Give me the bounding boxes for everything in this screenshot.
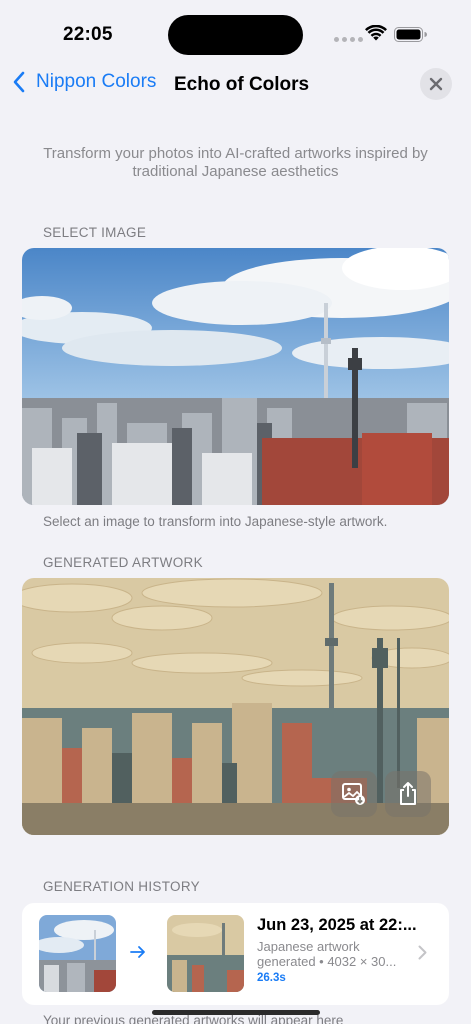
back-button[interactable]: Nippon Colors xyxy=(12,71,156,93)
arrow-right-icon xyxy=(130,946,145,958)
generation-history-header: GENERATION HISTORY xyxy=(43,879,200,894)
back-button-label: Nippon Colors xyxy=(36,71,157,92)
history-description: Japanese artwork generated • 4032 × 30..… xyxy=(257,939,417,969)
wifi-icon xyxy=(365,25,387,41)
signal-dots-icon xyxy=(334,37,363,42)
history-description-line2: generated • 4032 × 30... xyxy=(257,954,397,969)
history-source-thumbnail xyxy=(39,915,116,992)
page-title: Echo of Colors xyxy=(174,74,310,95)
status-bar: 22:05 xyxy=(0,0,471,70)
status-time: 22:05 xyxy=(63,24,113,45)
dynamic-island xyxy=(168,15,303,55)
save-photo-icon xyxy=(342,783,365,805)
share-icon xyxy=(400,782,416,805)
navigation-bar: Nippon Colors Echo of Colors xyxy=(0,62,471,106)
history-description-line1: Japanese artwork xyxy=(257,939,360,954)
save-to-photos-button[interactable] xyxy=(331,771,377,817)
select-image-caption: Select an image to transform into Japane… xyxy=(43,514,388,529)
battery-icon xyxy=(394,27,427,42)
history-date: Jun 23, 2025 at 22:... xyxy=(257,916,417,934)
history-artwork-thumbnail xyxy=(167,915,244,992)
home-indicator xyxy=(152,1010,320,1015)
intro-description: Transform your photos into AI-crafted ar… xyxy=(43,145,428,180)
history-list-item[interactable]: Jun 23, 2025 at 22:... Japanese artwork … xyxy=(22,903,449,1005)
select-image-header: SELECT IMAGE xyxy=(43,225,147,240)
chevron-left-icon xyxy=(13,71,25,93)
close-icon xyxy=(429,77,443,91)
history-duration: 26.3s xyxy=(257,972,286,984)
city-photo-image xyxy=(22,248,449,505)
source-image[interactable] xyxy=(22,248,449,505)
share-button[interactable] xyxy=(385,771,431,817)
chevron-right-icon xyxy=(418,945,427,960)
close-button[interactable] xyxy=(420,68,452,100)
generated-artwork-header: GENERATED ARTWORK xyxy=(43,555,203,570)
